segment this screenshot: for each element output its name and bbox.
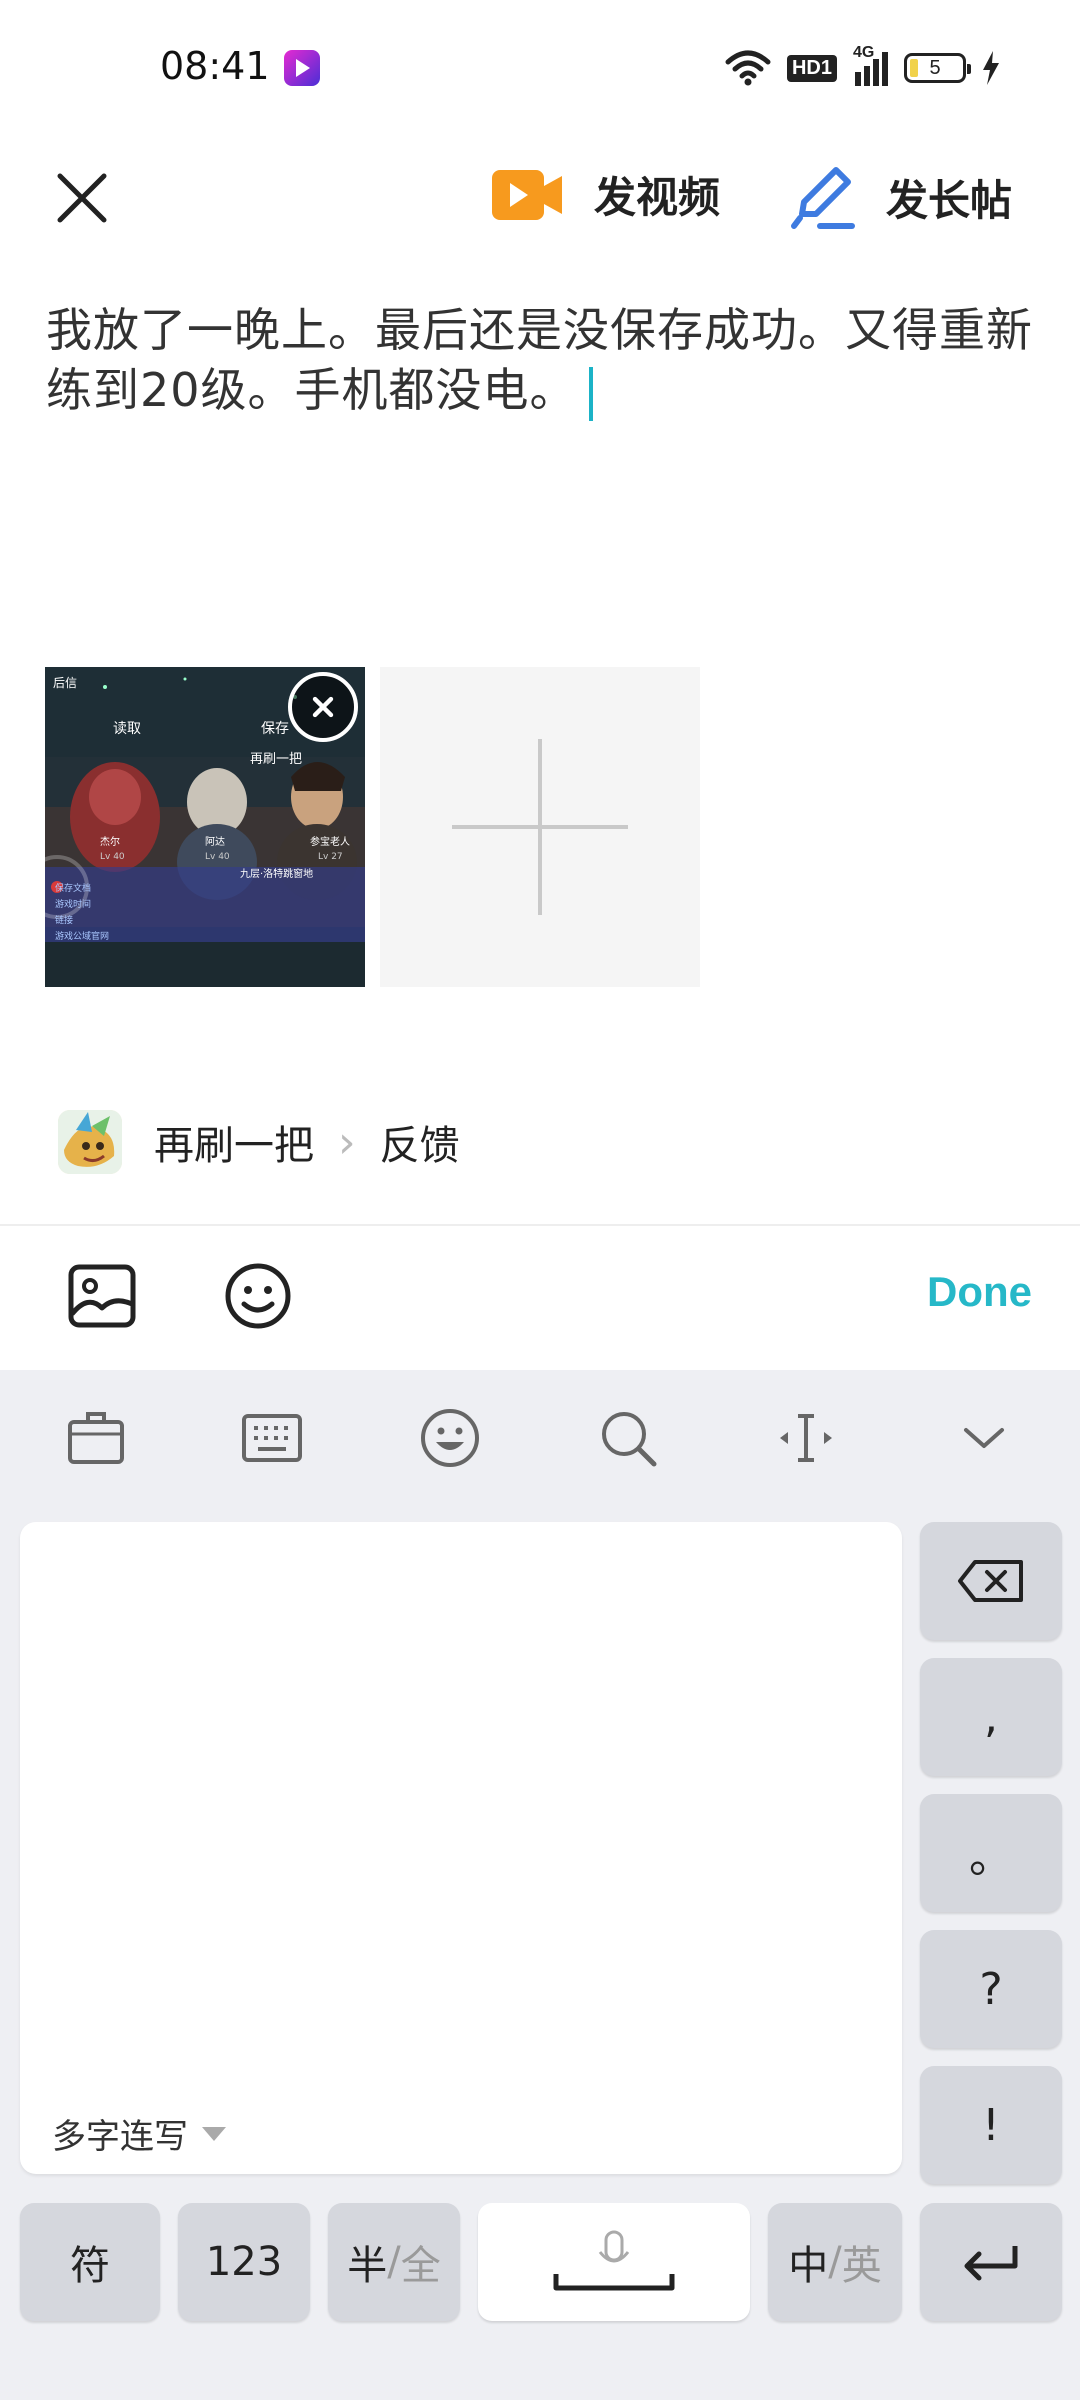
long-post-label: 发长帖 [886,175,1013,225]
status-time: 08:41 [160,44,270,88]
thumb-char3-name: 参宝老人 [310,835,350,848]
half-full-width-key[interactable]: 半 / 全 [328,2203,460,2321]
enter-key[interactable] [920,2203,1062,2321]
keyboard-layout-icon[interactable] [240,1406,304,1470]
thumb-menu-3: 链接 [55,914,73,926]
thumb-menu-1: 保存文档 [55,882,91,894]
input-mode-selector[interactable]: 多字连写 [52,2109,226,2158]
backspace-icon [958,1560,1023,1602]
thumb-corner-text: 后信 [53,676,77,690]
done-area: Done [866,1226,1080,1372]
language-toggle-key[interactable]: 中 / 英 [768,2203,902,2321]
status-bar: 08:41 HD1 4G 5 [0,0,1080,130]
battery-level: 5 [929,56,941,79]
handwriting-pad[interactable]: 多字连写 [20,1522,902,2174]
backspace-key[interactable] [920,1522,1062,1640]
app-notification-icon [284,50,320,86]
battery-icon: 5 [904,53,971,83]
pen-icon [791,167,855,229]
text-cursor [588,366,593,421]
thumb-save-text: 保存 [261,721,289,737]
thumb-load-text: 读取 [113,720,141,737]
community-name: 再刷一把 [154,1123,314,1169]
charging-bolt-icon [983,51,999,85]
symbols-key[interactable]: 符 [20,2203,160,2321]
hd-icon: HD1 [786,54,837,82]
cellular-signal-icon: 4G [853,44,888,86]
wifi-icon [725,50,771,86]
cursor-move-icon[interactable] [774,1406,838,1470]
numbers-key[interactable]: 123 [178,2203,310,2321]
remove-image-icon[interactable] [288,672,358,742]
enter-icon [964,2246,1018,2281]
long-post-button[interactable]: 发长帖 [790,164,1012,230]
status-icons: HD1 4G 5 [725,44,1000,90]
exclamation-key[interactable]: ! [920,2066,1062,2184]
full-width-label: 全 [400,2243,441,2289]
input-method-keyboard: 多字连写 , 。 ? ! 符 123 半 / 全 中 / 英 [0,1370,1080,2400]
chevron-right-icon: › [338,1116,356,1168]
toolbox-icon[interactable] [64,1406,128,1470]
editor-toolbar: Done [0,1224,1080,1372]
community-avatar [58,1110,122,1174]
width-separator: / [387,2239,401,2285]
thumb-char2-name: 阿达 [205,836,225,848]
chinese-label: 中 [788,2243,829,2289]
thumb-menu-2: 游戏时间 [55,898,91,910]
post-video-label: 发视频 [594,173,721,222]
input-mode-label: 多字连写 [52,2117,188,2157]
half-width-label: 半 [347,2243,388,2289]
keyboard-emoji-icon[interactable] [418,1406,482,1470]
collapse-keyboard-icon[interactable] [952,1406,1016,1470]
space-key[interactable] [478,2203,750,2321]
compose-topbar: 发视频 发长帖 [0,140,1080,250]
search-icon[interactable] [596,1406,660,1470]
post-video-button[interactable]: 发视频 [490,164,720,225]
thumb-retry-text: 再刷一把 [250,752,302,767]
done-button[interactable]: Done [927,1268,1032,1316]
video-camera-icon [492,169,562,220]
thumb-char2-level: Lv 40 [205,852,230,862]
insert-image-icon[interactable] [68,1264,136,1328]
keyboard-toolbar [0,1370,1080,1500]
question-key[interactable]: ? [920,1930,1062,2048]
thumb-char1-name: 杰尔 [100,835,120,848]
period-key[interactable]: 。 [920,1794,1062,1912]
signal-label: 4G [853,44,875,61]
thumb-floor-text: 九层·洛特跳窗地 [240,867,313,880]
category-name: 反馈 [379,1123,460,1169]
dropdown-caret-icon [202,2126,226,2141]
thumb-char3-level: Lv 27 [318,852,343,862]
post-text-content: 我放了一晚上。最后还是没保存成功。又得重新练到20级。手机都没电。 [46,303,1033,417]
post-text-input[interactable]: 我放了一晚上。最后还是没保存成功。又得重新练到20级。手机都没电。 [46,300,1036,421]
thumb-menu-4: 游戏公域官网 [55,930,109,942]
english-label: 英 [841,2243,882,2289]
emoji-icon[interactable] [224,1262,292,1330]
lang-separator: / [828,2239,842,2285]
add-image-button[interactable] [380,667,700,987]
community-selector[interactable]: 再刷一把 › 反馈 [58,1106,460,1178]
microphone-space-icon [553,2230,675,2291]
close-icon[interactable] [50,166,114,230]
comma-key[interactable]: , [920,1658,1062,1776]
thumb-char1-level: Lv 40 [100,852,125,862]
